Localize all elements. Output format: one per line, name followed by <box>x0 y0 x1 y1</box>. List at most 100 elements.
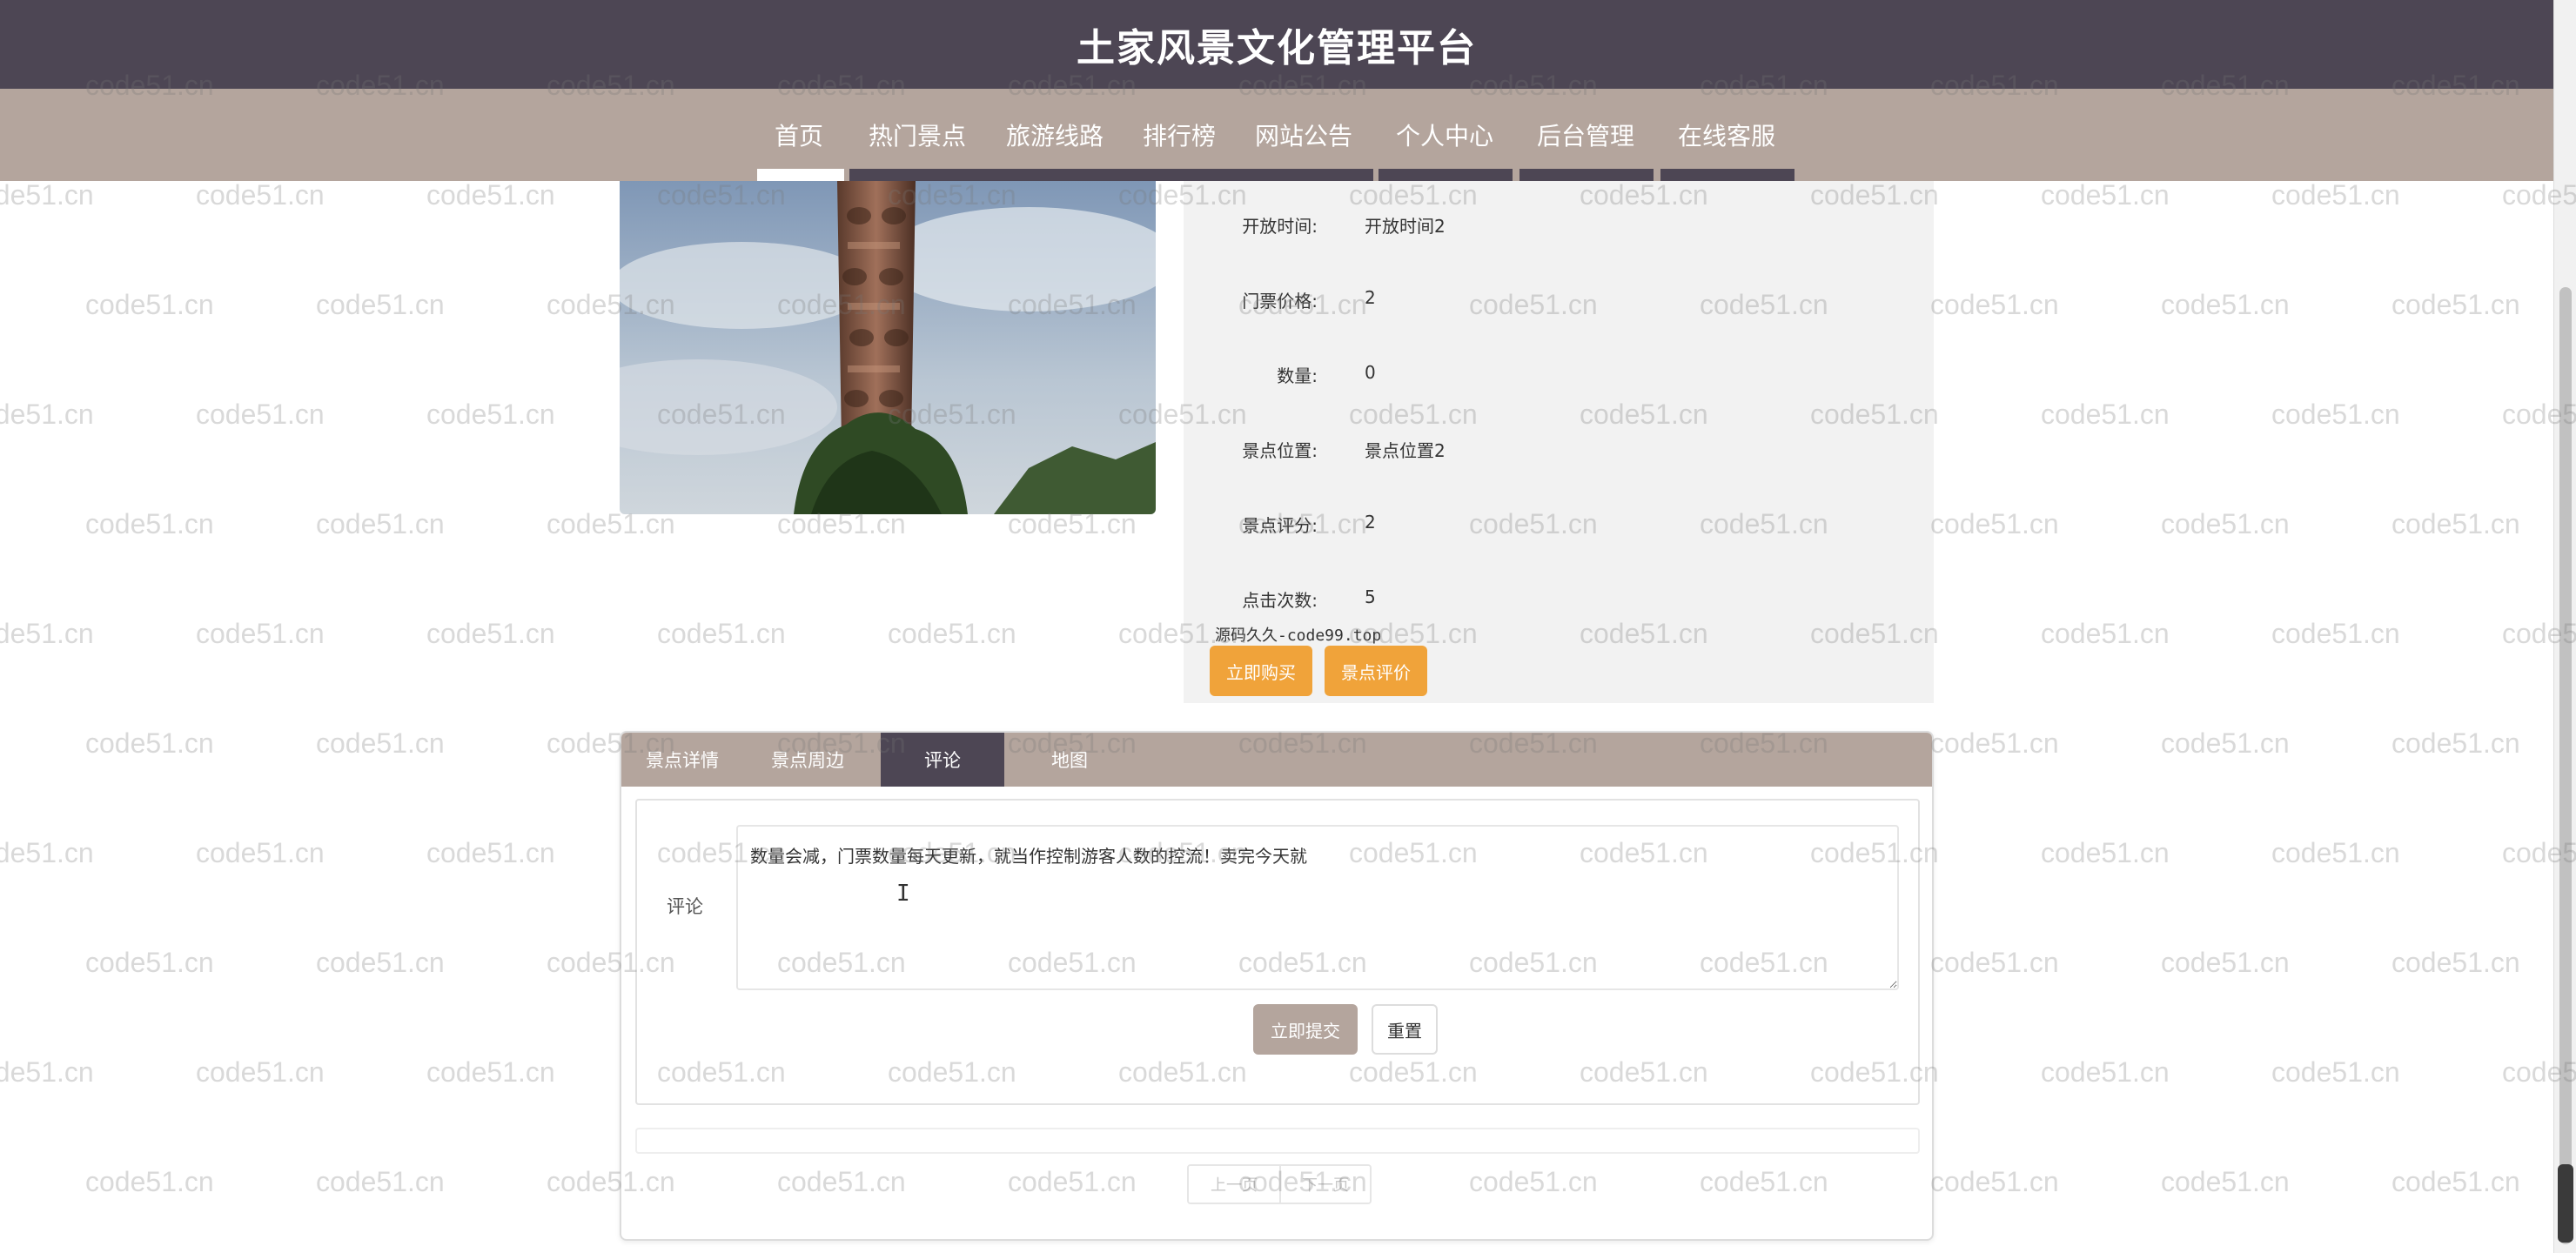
page-scrollbar[interactable] <box>2553 0 2576 1253</box>
watermark-text: code51.cn <box>426 618 555 649</box>
nav-item-routes[interactable]: 旅游线路 <box>987 89 1123 181</box>
quantity-value: 0 <box>1365 362 1376 383</box>
comment-list <box>635 1128 1920 1154</box>
watermark-text: code51.cn <box>2041 179 2170 211</box>
watermark-text: code51.cn <box>1930 289 2059 320</box>
ticket-price-label: 门票价格: <box>1242 291 1318 312</box>
main-nav: 首页 热门景点 旅游线路 排行榜 网站公告 个人中心 后台管理 在线客服 <box>0 89 2553 181</box>
tab-details[interactable]: 景点详情 <box>621 733 743 787</box>
nav-item-admin[interactable]: 后台管理 <box>1518 89 1654 181</box>
watermark-text: code51.cn <box>2161 508 2290 539</box>
tab-comments[interactable]: 评论 <box>881 733 1004 787</box>
watermark-text: code51.cn <box>2161 1166 2290 1197</box>
open-time-value: 开放时间2 <box>1365 216 1446 237</box>
click-count-value: 5 <box>1365 586 1376 607</box>
watermark-text: code51.cn <box>426 179 555 211</box>
nav-item-announcements[interactable]: 网站公告 <box>1236 89 1372 181</box>
pagination: 上一页 下一页 <box>1187 1164 1372 1204</box>
open-time-label: 开放时间: <box>1242 216 1318 237</box>
watermark-text: code51.cn <box>316 289 445 320</box>
review-button[interactable]: 景点评价 <box>1325 646 1427 696</box>
nav-hover-indicator <box>849 169 1373 181</box>
nav-item-home[interactable]: 首页 <box>754 89 844 181</box>
watermark-text: code51.cn <box>2161 947 2290 978</box>
detail-tab-panel: 景点详情 景点周边 评论 地图 评论 数量会减，门票数量每天更新，就当作控制游客… <box>620 731 1934 1241</box>
rating-label: 景点评分: <box>1242 515 1318 536</box>
watermark-text: code51.cn <box>85 947 214 978</box>
comment-textarea[interactable]: 数量会减，门票数量每天更新，就当作控制游客人数的控流！卖完今天就 <box>736 825 1899 990</box>
submit-button[interactable]: 立即提交 <box>1253 1004 1358 1055</box>
watermark-text: code51.cn <box>2392 727 2520 759</box>
watermark-text: code51.cn <box>196 837 325 868</box>
watermark-text: code51.cn <box>316 1166 445 1197</box>
nav-hover-indicator <box>1379 169 1513 181</box>
scrollbar-marker <box>2558 1164 2573 1243</box>
scenic-photo <box>620 181 1156 514</box>
watermark-text: code51.cn <box>2392 508 2520 539</box>
prev-page-button[interactable]: 上一页 <box>1189 1166 1279 1203</box>
watermark-text: code51.cn <box>2271 1056 2400 1088</box>
site-header: 土家风景文化管理平台 <box>0 0 2553 89</box>
watermark-text: code51.cn <box>196 1056 325 1088</box>
nav-item-personal-center[interactable]: 个人中心 <box>1377 89 1513 181</box>
watermark-text: code51.cn <box>2392 289 2520 320</box>
watermark-text: code51.cn <box>196 179 325 211</box>
next-page-button[interactable]: 下一页 <box>1279 1166 1370 1203</box>
watermark-text: code51.cn <box>0 837 94 868</box>
watermark-text: code51.cn <box>316 508 445 539</box>
scenic-info-panel: 开放时间: 开放时间2 门票价格: 2 数量: 0 景点位置: 景点位置2 景点… <box>1184 181 1934 703</box>
watermark-text: code51.cn <box>2041 837 2170 868</box>
watermark-text: code51.cn <box>2271 618 2400 649</box>
buy-now-button[interactable]: 立即购买 <box>1210 646 1312 696</box>
site-title: 土家风景文化管理平台 <box>1077 26 1477 70</box>
watermark-text: code51.cn <box>196 618 325 649</box>
watermark-text: code51.cn <box>196 399 325 430</box>
watermark-text: code51.cn <box>85 508 214 539</box>
watermark-text: code51.cn <box>657 618 786 649</box>
location-label: 景点位置: <box>1242 440 1318 461</box>
watermark-text: code51.cn <box>0 618 94 649</box>
watermark-text: code51.cn <box>2271 399 2400 430</box>
nav-item-hot-spots[interactable]: 热门景点 <box>849 89 985 181</box>
location-value: 景点位置2 <box>1365 440 1446 461</box>
watermark-text: code51.cn <box>2041 618 2170 649</box>
watermark-text: code51.cn <box>426 399 555 430</box>
watermark-text: code51.cn <box>1930 727 2059 759</box>
watermark-text: code51.cn <box>426 1056 555 1088</box>
watermark-text: code51.cn <box>2271 179 2400 211</box>
watermark-text: code51.cn <box>2161 289 2290 320</box>
source-note: 源码久久-code99.top <box>1215 626 1382 645</box>
watermark-text: code51.cn <box>316 947 445 978</box>
watermark-text: code51.cn <box>1930 508 2059 539</box>
comment-label: 评论 <box>667 896 703 917</box>
nav-hover-indicator <box>1519 169 1654 181</box>
tab-surroundings[interactable]: 景点周边 <box>747 733 869 787</box>
click-count-label: 点击次数: <box>1242 590 1318 611</box>
watermark-text: code51.cn <box>85 727 214 759</box>
nav-item-customer-service[interactable]: 在线客服 <box>1659 89 1794 181</box>
ticket-price-value: 2 <box>1365 287 1376 308</box>
watermark-text: code51.cn <box>2271 837 2400 868</box>
nav-active-indicator <box>757 169 844 181</box>
comment-form: 评论 数量会减，门票数量每天更新，就当作控制游客人数的控流！卖完今天就 I 立即… <box>635 799 1920 1105</box>
nav-item-ranking[interactable]: 排行榜 <box>1123 89 1236 181</box>
nav-hover-indicator <box>1660 169 1794 181</box>
watermark-text: code51.cn <box>1930 947 2059 978</box>
rating-value: 2 <box>1365 512 1376 533</box>
watermark-text: code51.cn <box>2161 727 2290 759</box>
watermark-text: code51.cn <box>2041 399 2170 430</box>
watermark-text: code51.cn <box>316 727 445 759</box>
watermark-text: code51.cn <box>1930 1166 2059 1197</box>
quantity-label: 数量: <box>1277 365 1318 386</box>
watermark-text: code51.cn <box>0 399 94 430</box>
reset-button[interactable]: 重置 <box>1372 1004 1438 1055</box>
scrollbar-thumb[interactable] <box>2559 287 2572 1244</box>
watermark-text: code51.cn <box>85 1166 214 1197</box>
watermark-text: code51.cn <box>0 179 94 211</box>
watermark-text: code51.cn <box>888 618 1016 649</box>
watermark-text: code51.cn <box>426 837 555 868</box>
watermark-text: code51.cn <box>85 289 214 320</box>
tab-map[interactable]: 地图 <box>1008 733 1131 787</box>
watermark-text: code51.cn <box>2392 947 2520 978</box>
watermark-text: code51.cn <box>2392 1166 2520 1197</box>
